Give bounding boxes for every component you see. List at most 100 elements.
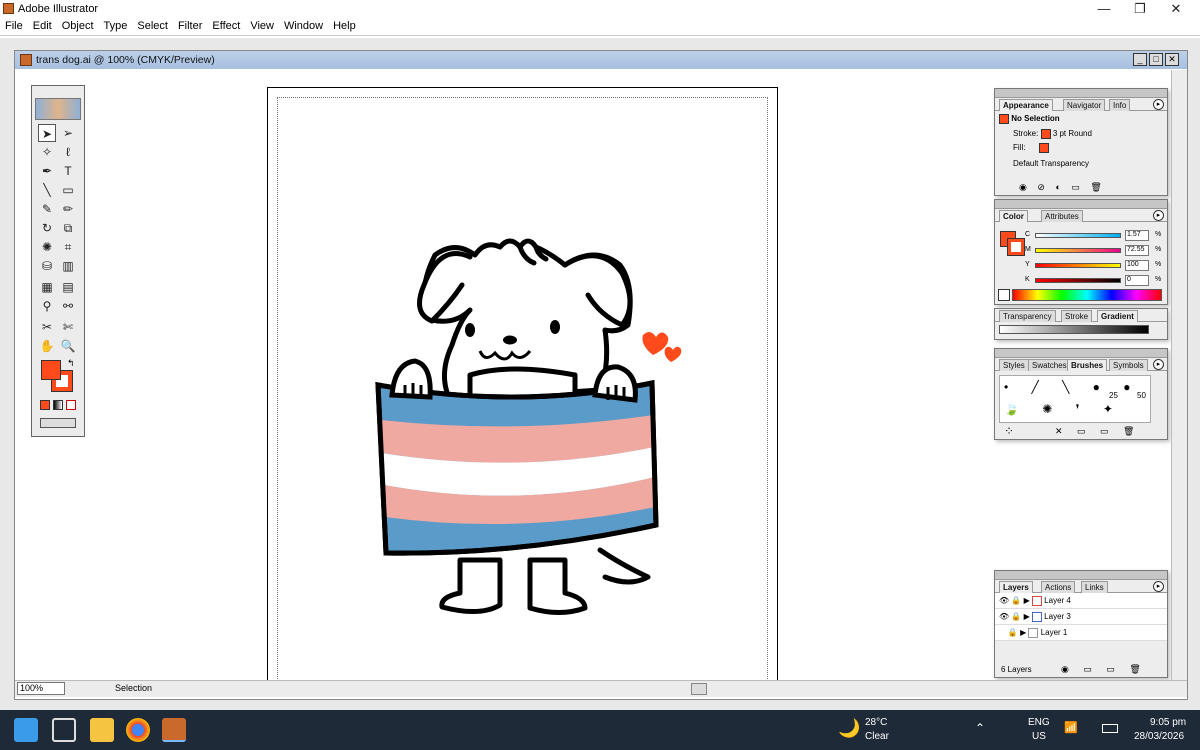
- paintbrush-tool-icon[interactable]: ✎: [38, 200, 56, 218]
- battery-icon[interactable]: [1102, 724, 1118, 733]
- stroke-swatch[interactable]: [1040, 129, 1051, 139]
- doc-close-button[interactable]: ✕: [1165, 53, 1179, 66]
- close-button[interactable]: ✕: [1158, 0, 1194, 18]
- slice-tool-icon[interactable]: ✂: [38, 318, 56, 336]
- tab-transparency[interactable]: Transparency: [999, 310, 1056, 322]
- tab-appearance[interactable]: Appearance: [999, 99, 1053, 111]
- task-view-icon[interactable]: [52, 718, 76, 742]
- channel-slider[interactable]: [1035, 278, 1121, 283]
- menu-file[interactable]: File: [0, 18, 28, 34]
- zoom-tool-icon[interactable]: 🔍: [59, 337, 77, 355]
- lasso-tool-icon[interactable]: ℓ: [59, 143, 77, 161]
- tab-navigator[interactable]: Navigator: [1063, 99, 1106, 111]
- layer-row[interactable]: 🔒 ▶ Layer 1: [995, 625, 1167, 641]
- file-explorer-icon[interactable]: [90, 718, 114, 742]
- scroll-thumb[interactable]: [691, 683, 707, 695]
- tab-styles[interactable]: Styles: [999, 359, 1029, 371]
- layers-panel-menu-button[interactable]: ▸: [1153, 581, 1164, 592]
- menu-view[interactable]: View: [245, 18, 279, 34]
- symbol-sprayer-tool-icon[interactable]: ⛁: [38, 257, 56, 275]
- tab-stroke[interactable]: Stroke: [1061, 310, 1093, 322]
- channel-value-field[interactable]: 100: [1125, 260, 1149, 271]
- color-panel-menu-button[interactable]: ▸: [1153, 210, 1164, 221]
- fill-color-swatch[interactable]: [41, 360, 61, 380]
- fill-swatch[interactable]: [1038, 143, 1049, 153]
- tab-links[interactable]: Links: [1081, 581, 1108, 593]
- swap-colors-icon[interactable]: ↰: [67, 358, 75, 369]
- screen-mode-buttons[interactable]: [40, 418, 76, 428]
- zoom-field[interactable]: 100%: [17, 682, 65, 695]
- warp-tool-icon[interactable]: ✺: [38, 238, 56, 256]
- panel-menu-button[interactable]: ▸: [1153, 99, 1164, 110]
- spectrum-bar[interactable]: [1012, 289, 1162, 301]
- direct-selection-tool-icon[interactable]: ➢: [59, 124, 77, 142]
- illustrator-taskbar-icon[interactable]: [162, 718, 186, 742]
- menu-window[interactable]: Window: [279, 18, 328, 34]
- tray-chevron-icon[interactable]: ⌃: [975, 721, 985, 735]
- menu-effect[interactable]: Effect: [207, 18, 245, 34]
- scissors-tool-icon[interactable]: ✄: [59, 318, 77, 336]
- tab-swatches[interactable]: Swatches: [1028, 359, 1071, 371]
- hand-tool-icon[interactable]: ✋: [38, 337, 56, 355]
- document-titlebar[interactable]: trans dog.ai @ 100% (CMYK/Preview) _ □ ✕: [15, 51, 1187, 69]
- clock-date[interactable]: 28/03/2026: [1134, 731, 1184, 742]
- tab-brushes[interactable]: Brushes: [1067, 359, 1108, 371]
- gradient-mode-button[interactable]: [53, 400, 63, 410]
- menu-select[interactable]: Select: [132, 18, 173, 34]
- menu-help[interactable]: Help: [328, 18, 361, 34]
- doc-maximize-button[interactable]: □: [1149, 53, 1163, 66]
- tab-actions[interactable]: Actions: [1041, 581, 1076, 593]
- status-tool[interactable]: Selection: [115, 683, 152, 693]
- horizontal-scrollbar[interactable]: [15, 680, 1187, 697]
- channel-value-field[interactable]: 1.57: [1125, 230, 1149, 241]
- channel-slider[interactable]: [1035, 248, 1121, 253]
- eyedropper-tool-icon[interactable]: ⚲: [38, 297, 56, 315]
- rotate-tool-icon[interactable]: ↻: [38, 219, 56, 237]
- minimize-button[interactable]: —: [1086, 0, 1122, 18]
- color-stroke-swatch[interactable]: [1007, 238, 1025, 256]
- channel-slider[interactable]: [1035, 263, 1121, 268]
- gradient-tool-icon[interactable]: ▤: [59, 278, 77, 296]
- channel-slider[interactable]: [1035, 233, 1121, 238]
- magic-wand-tool-icon[interactable]: ✧: [38, 143, 56, 161]
- tab-info[interactable]: Info: [1109, 99, 1131, 111]
- menu-edit[interactable]: Edit: [28, 18, 57, 34]
- tab-attributes[interactable]: Attributes: [1041, 210, 1083, 222]
- menu-type[interactable]: Type: [99, 18, 133, 34]
- dog-artwork[interactable]: [360, 225, 700, 620]
- type-tool-icon[interactable]: T: [59, 162, 77, 180]
- lang-eng[interactable]: ENG: [1028, 717, 1050, 728]
- pencil-tool-icon[interactable]: ✏: [59, 200, 77, 218]
- brush-grid[interactable]: • ╱ ╲ ● ● 🍃 ✺ ❜ ✦ ⁘: [999, 375, 1151, 438]
- layer-row[interactable]: 👁 🔒 ▶ Layer 3: [995, 609, 1167, 625]
- maximize-button[interactable]: ❐: [1122, 0, 1158, 18]
- blend-tool-icon[interactable]: ⚯: [59, 297, 77, 315]
- free-transform-tool-icon[interactable]: ⌗: [59, 238, 77, 256]
- color-mode-button[interactable]: [40, 400, 50, 410]
- tab-symbols[interactable]: Symbols: [1109, 359, 1148, 371]
- rectangle-tool-icon[interactable]: ▭: [59, 181, 77, 199]
- gradient-slider[interactable]: [999, 325, 1149, 334]
- vertical-scrollbar[interactable]: [1171, 70, 1187, 680]
- wifi-icon[interactable]: 📶: [1064, 721, 1078, 734]
- brushes-panel-menu-button[interactable]: ▸: [1153, 359, 1164, 370]
- channel-value-field[interactable]: 72.55: [1125, 245, 1149, 256]
- menu-object[interactable]: Object: [57, 18, 99, 34]
- mesh-tool-icon[interactable]: ▦: [38, 278, 56, 296]
- line-tool-icon[interactable]: ╲: [38, 181, 56, 199]
- tab-layers[interactable]: Layers: [999, 581, 1033, 593]
- windows-start-icon[interactable]: [14, 718, 38, 742]
- channel-value-field[interactable]: 0: [1125, 275, 1149, 286]
- pen-tool-icon[interactable]: ✒: [38, 162, 56, 180]
- layer-row[interactable]: 👁 🔒 ▶ Layer 4: [995, 593, 1167, 609]
- lang-us[interactable]: US: [1032, 731, 1046, 742]
- chrome-icon[interactable]: [126, 718, 150, 742]
- selection-tool-icon[interactable]: ➤: [38, 124, 56, 142]
- scale-tool-icon[interactable]: ⧉: [59, 219, 77, 237]
- doc-minimize-button[interactable]: _: [1133, 53, 1147, 66]
- clock-time[interactable]: 9:05 pm: [1150, 717, 1186, 728]
- none-color-box[interactable]: [998, 289, 1010, 301]
- none-mode-button[interactable]: [66, 400, 76, 410]
- graph-tool-icon[interactable]: ▥: [59, 257, 77, 275]
- tab-color[interactable]: Color: [999, 210, 1028, 222]
